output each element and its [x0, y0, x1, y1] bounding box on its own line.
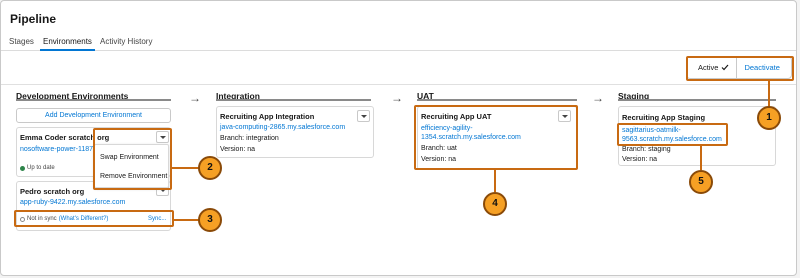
card-name: Recruiting App Integration	[220, 112, 315, 121]
pipeline-panel: Pipeline Stages Environments Activity Hi…	[0, 0, 797, 276]
tab-environments[interactable]: Environments	[40, 37, 95, 51]
callout-badge: 3	[198, 208, 222, 232]
highlight-toolbar	[686, 56, 794, 81]
card-name: Pedro scratch org	[20, 187, 85, 196]
development-underline	[16, 99, 171, 101]
card-name: Recruiting App Staging	[622, 113, 706, 122]
highlight-staging-link	[617, 123, 728, 146]
add-development-environment-button[interactable]: Add Development Environment	[16, 108, 171, 123]
tab-activity-history[interactable]: Activity History	[100, 37, 152, 46]
page-title: Pipeline	[10, 12, 57, 26]
card-link[interactable]: nosoftware-power-1187	[20, 146, 93, 153]
callout-connector	[700, 146, 702, 170]
tab-stages[interactable]: Stages	[9, 37, 34, 46]
sync-status: Up to date	[20, 165, 55, 171]
callout-connector	[768, 81, 770, 107]
highlight-uat-card	[414, 105, 578, 170]
uat-underline	[417, 99, 577, 101]
card-link[interactable]: java-computing-2865.my.salesforce.com	[220, 124, 345, 131]
staging-underline	[618, 99, 776, 101]
callout-connector	[494, 170, 496, 192]
callout-badge: 5	[689, 170, 713, 194]
status-dot-icon	[20, 165, 25, 171]
right-arrow-icon: →	[592, 91, 604, 105]
callout-connector	[174, 219, 199, 221]
integration-underline	[216, 99, 371, 101]
integration-card: Recruiting App Integration java-computin…	[216, 106, 374, 158]
right-arrow-icon: →	[189, 91, 201, 105]
chevron-down-icon[interactable]	[357, 110, 370, 122]
highlight-menu	[93, 128, 172, 190]
version-text: Version: na	[220, 146, 256, 153]
highlight-sync-status	[14, 210, 174, 227]
card-link[interactable]: app-ruby-9422.my.salesforce.com	[20, 199, 125, 206]
callout-badge: 2	[198, 156, 222, 180]
tab-bar: Stages Environments Activity History	[1, 33, 796, 51]
right-arrow-icon: →	[391, 91, 403, 105]
callout-badge: 1	[757, 106, 781, 130]
branch-text: Branch: integration	[220, 135, 279, 142]
version-text: Version: na	[622, 156, 658, 163]
callout-badge: 4	[483, 192, 507, 216]
section-divider	[1, 84, 796, 85]
callout-connector	[172, 167, 199, 169]
branch-text: Branch: staging	[622, 146, 671, 153]
